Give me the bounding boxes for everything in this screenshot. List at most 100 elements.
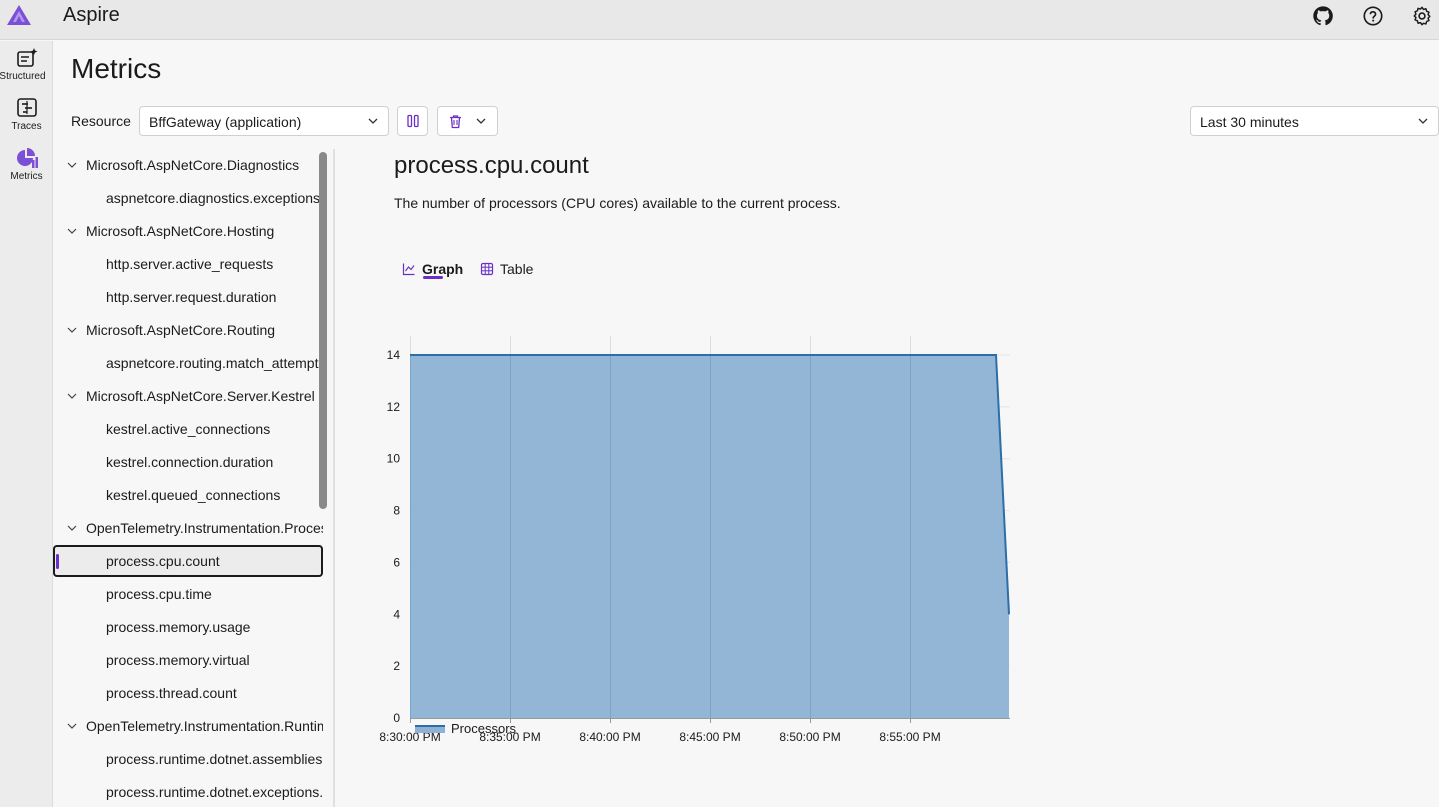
time-range-value: Last 30 minutes: [1200, 114, 1299, 130]
tree-item[interactable]: process.memory.usage: [53, 613, 323, 641]
nav-traces[interactable]: Traces: [0, 97, 53, 132]
resource-label: Resource: [71, 113, 131, 129]
tree-group[interactable]: Microsoft.AspNetCore.Routing: [53, 316, 323, 344]
tree-item[interactable]: kestrel.connection.duration: [53, 448, 323, 476]
tree-item[interactable]: kestrel.active_connections: [53, 415, 323, 443]
metrics-tree: Microsoft.AspNetCore.Diagnostics aspnetco…: [53, 151, 338, 807]
traces-icon: [16, 98, 37, 117]
pause-icon: [407, 114, 419, 128]
chevron-down-icon[interactable]: [67, 326, 77, 334]
settings-gear-icon[interactable]: [1411, 5, 1433, 27]
table-icon: [480, 262, 494, 276]
tab-active-indicator: [423, 276, 443, 279]
resource-select-value: BffGateway (application): [149, 114, 302, 130]
main-content: Metrics Resource BffGateway (application…: [53, 41, 1439, 807]
selected-indicator: [56, 554, 59, 569]
tree-item[interactable]: process.cpu.time: [53, 580, 323, 608]
metrics-icon: [16, 148, 38, 168]
nav-structured-label: Structured: [0, 71, 46, 82]
y-tick-label: 8: [393, 504, 400, 518]
tree-item-label: aspnetcore.routing.match_attempts: [106, 355, 323, 371]
tree-item-label: Microsoft.AspNetCore.Routing: [86, 322, 276, 338]
chevron-down-icon: [368, 118, 378, 124]
pause-button[interactable]: [397, 106, 428, 136]
y-tick-label: 12: [387, 400, 401, 414]
tree-item-label: process.cpu.time: [106, 586, 212, 602]
chevron-down-icon[interactable]: [67, 161, 77, 169]
tree-group[interactable]: OpenTelemetry.Instrumentation.Runtime: [53, 712, 323, 740]
x-tick-label: 8:50:00 PM: [779, 730, 840, 744]
chevron-down-icon: [476, 118, 486, 124]
tree-scrollbar-thumb[interactable]: [319, 152, 327, 509]
chevron-down-icon[interactable]: [67, 227, 77, 235]
tree-item-label: OpenTelemetry.Instrumentation.Process: [86, 520, 323, 536]
aspire-logo-icon[interactable]: [6, 4, 32, 26]
tree-item-label: process.runtime.dotnet.exceptions.count: [106, 784, 323, 800]
chevron-down-icon[interactable]: [67, 722, 77, 730]
y-tick-label: 10: [387, 452, 401, 466]
x-tick-label: 8:55:00 PM: [879, 730, 940, 744]
tree-group[interactable]: Microsoft.AspNetCore.Diagnostics: [53, 151, 323, 179]
tab-graph-label: Graph: [422, 261, 464, 277]
trash-icon: [450, 115, 461, 129]
page-title: Metrics: [71, 53, 162, 84]
help-icon[interactable]: [1362, 5, 1384, 27]
panel-splitter[interactable]: [333, 149, 335, 807]
tree-item-label: kestrel.queued_connections: [106, 487, 281, 503]
tree-item-label: Microsoft.AspNetCore.Diagnostics: [86, 157, 300, 173]
tree-item[interactable]: process.thread.count: [53, 679, 323, 707]
chevron-down-icon[interactable]: [67, 392, 77, 400]
nav-structured[interactable]: Structured: [0, 47, 53, 82]
tree-item-label: process.runtime.dotnet.assemblies.count: [106, 751, 323, 767]
nav-metrics[interactable]: Metrics: [0, 147, 53, 182]
resource-select[interactable]: BffGateway (application): [139, 106, 389, 136]
tree-item[interactable]: kestrel.queued_connections: [53, 481, 323, 509]
tree-item[interactable]: process.runtime.dotnet.assemblies.count: [53, 745, 323, 773]
tree-item[interactable]: http.server.request.duration: [53, 283, 323, 311]
y-tick-label: 2: [393, 659, 400, 673]
tree-item[interactable]: aspnetcore.routing.match_attempts: [53, 349, 323, 377]
tree-group[interactable]: Microsoft.AspNetCore.Server.Kestrel: [53, 382, 323, 410]
graph-icon: [402, 263, 415, 276]
time-range-select[interactable]: Last 30 minutes: [1190, 106, 1439, 136]
tree-item-label: Microsoft.AspNetCore.Server.Kestrel: [86, 388, 315, 404]
app-title[interactable]: Aspire: [63, 4, 120, 27]
tree-group[interactable]: Microsoft.AspNetCore.Hosting: [53, 217, 323, 245]
tree-item-label: process.memory.usage: [106, 619, 251, 635]
tree-item-label: process.memory.virtual: [106, 652, 250, 668]
tree-item[interactable]: http.server.active_requests: [53, 250, 323, 278]
legend-label-processors: Processors: [451, 721, 517, 736]
nav-metrics-label: Metrics: [10, 171, 43, 182]
tab-table-label: Table: [500, 261, 534, 277]
x-tick-label: 8:40:00 PM: [579, 730, 640, 744]
nav-traces-label: Traces: [11, 121, 42, 132]
tree-item-label: aspnetcore.diagnostics.exceptions: [106, 190, 321, 206]
tree-item[interactable]: process.runtime.dotnet.exceptions.count: [53, 778, 323, 806]
y-tick-label: 0: [393, 711, 400, 725]
tree-item-label: Microsoft.AspNetCore.Hosting: [86, 223, 275, 239]
tab-table[interactable]: Table: [480, 256, 533, 282]
tree-item-label: kestrel.active_connections: [106, 421, 271, 437]
remove-data-button[interactable]: [437, 106, 498, 136]
tree-group[interactable]: OpenTelemetry.Instrumentation.Process: [53, 514, 323, 542]
chart-legend[interactable]: Processors: [415, 721, 516, 736]
metric-title: process.cpu.count: [394, 152, 589, 179]
chevron-down-icon: [1418, 118, 1428, 124]
tree-item[interactable]: process.cpu.count: [53, 545, 323, 577]
tree-item-label: OpenTelemetry.Instrumentation.Runtime: [86, 718, 323, 734]
legend-swatch-processors: [415, 724, 445, 733]
structured-logs-icon: [16, 48, 37, 67]
y-tick-label: 6: [393, 555, 400, 569]
series-area-processors: [410, 355, 1009, 718]
tree-item-label: http.server.active_requests: [106, 256, 274, 272]
tree-item-label: process.cpu.count: [106, 553, 220, 569]
tree-item[interactable]: aspnetcore.diagnostics.exceptions: [53, 184, 323, 212]
tree-item[interactable]: process.memory.virtual: [53, 646, 323, 674]
y-tick-label: 4: [393, 607, 400, 621]
tree-item-label: kestrel.connection.duration: [106, 454, 274, 470]
chevron-down-icon[interactable]: [67, 524, 77, 532]
top-bar: Aspire: [0, 0, 1439, 40]
github-icon[interactable]: [1312, 5, 1334, 27]
metric-description: The number of processors (CPU cores) ava…: [394, 195, 841, 211]
y-tick-label: 14: [387, 348, 401, 362]
